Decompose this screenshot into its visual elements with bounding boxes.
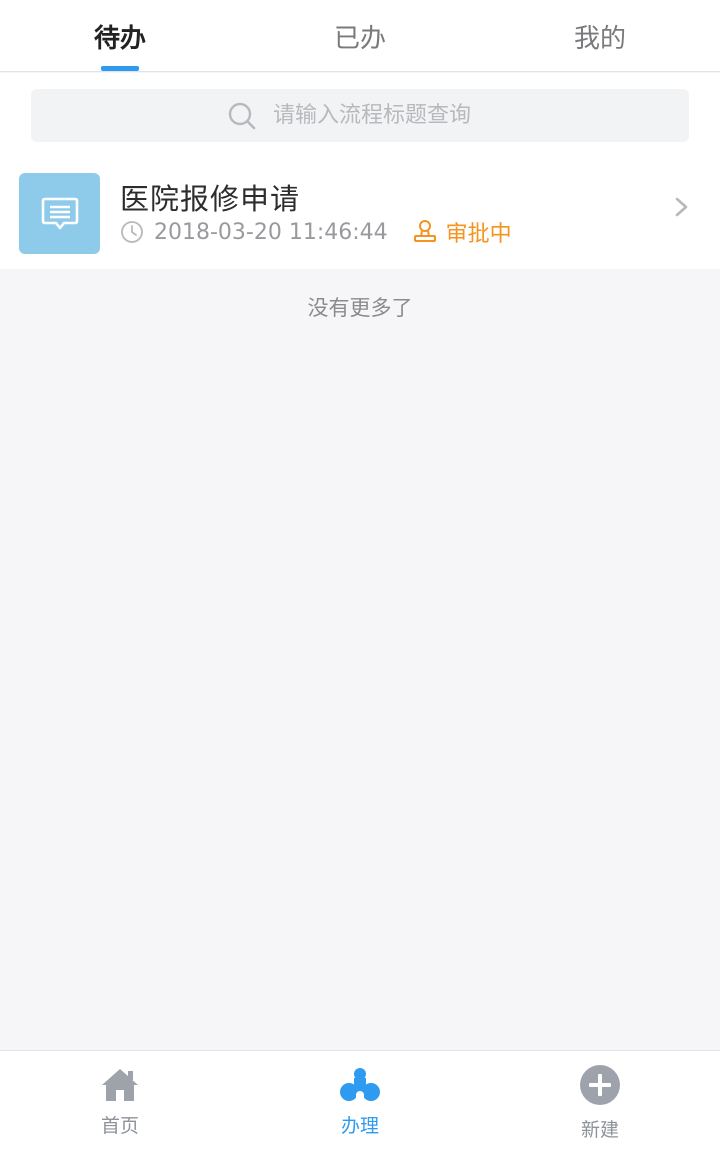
nav-home[interactable]: 首页 <box>0 1051 240 1150</box>
tab-mine-label: 我的 <box>573 23 626 54</box>
search-input[interactable] <box>273 103 493 128</box>
top-tab-bar: 待办 已办 我的 <box>0 0 720 72</box>
active-tab-indicator <box>101 66 139 71</box>
no-more-text: 没有更多了 <box>307 296 413 320</box>
list-item[interactable]: 医院报修申请 2018-03-20 11:46:44 审批中 <box>0 158 720 269</box>
nav-new[interactable]: 新建 <box>480 1051 720 1150</box>
status-badge: 审批中 <box>445 222 512 247</box>
nav-home-label: 首页 <box>100 1115 139 1137</box>
plus-circle-icon <box>580 1065 620 1105</box>
item-meta: 2018-03-20 11:46:44 审批中 <box>120 217 512 247</box>
item-thumbnail <box>19 173 100 254</box>
chevron-right-icon <box>675 197 688 217</box>
item-title: 医院报修申请 <box>120 182 301 216</box>
item-time: 2018-03-20 11:46:44 <box>154 219 388 245</box>
clock-icon <box>121 221 143 243</box>
tab-done[interactable]: 已办 <box>240 0 480 72</box>
bottom-nav: 首页 办理 新建 <box>0 1050 720 1150</box>
home-icon <box>102 1069 138 1101</box>
message-icon <box>41 197 78 229</box>
stamp-icon <box>413 220 436 242</box>
nav-process[interactable]: 办理 <box>240 1051 480 1150</box>
tab-todo-label: 待办 <box>93 23 146 54</box>
search-icon <box>228 102 256 129</box>
search-section <box>0 73 720 158</box>
tab-todo[interactable]: 待办 <box>0 0 240 72</box>
nav-process-label: 办理 <box>340 1115 379 1137</box>
process-icon <box>340 1068 380 1103</box>
search-bar[interactable] <box>31 89 689 142</box>
nav-new-label: 新建 <box>580 1119 619 1141</box>
tab-mine[interactable]: 我的 <box>480 0 720 72</box>
tab-done-label: 已办 <box>333 23 386 54</box>
